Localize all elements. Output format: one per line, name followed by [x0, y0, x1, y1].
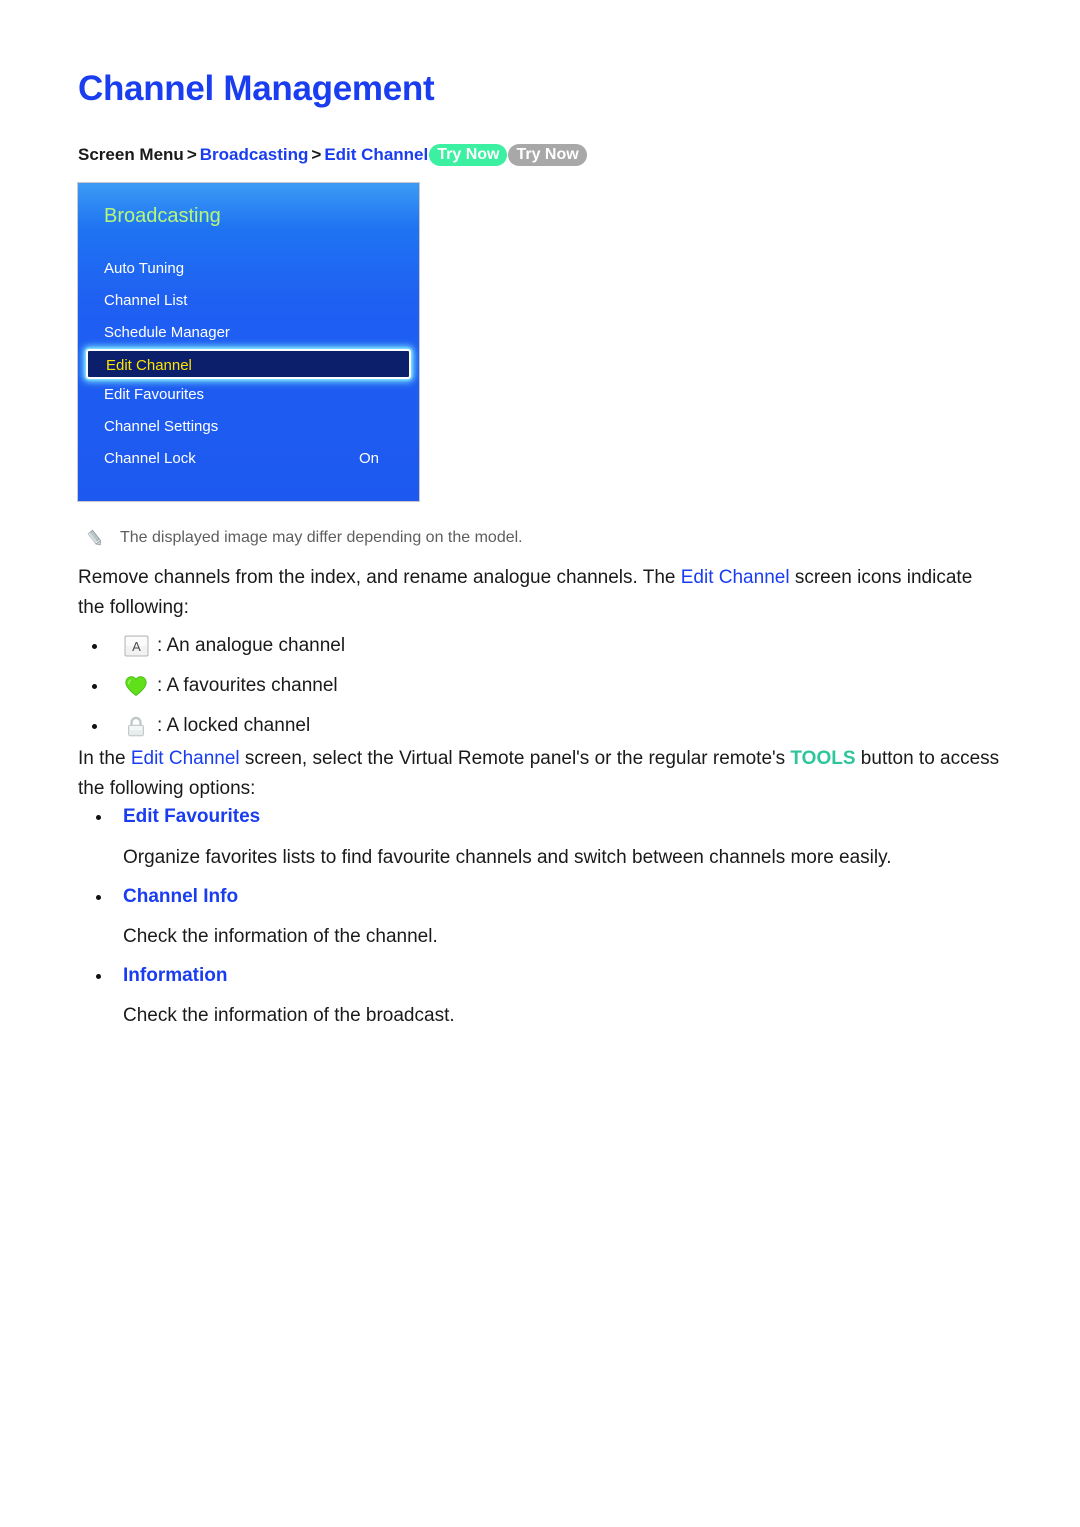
try-now-badge-inactive[interactable]: Try Now	[508, 144, 587, 166]
breadcrumb-root: Screen Menu	[78, 145, 184, 164]
icon-legend-caption: : A favourites channel	[157, 675, 338, 696]
tv-menu-item-schedule-manager[interactable]: Schedule Manager	[78, 317, 419, 349]
tv-menu-item-auto-tuning[interactable]: Auto Tuning	[78, 253, 419, 285]
tv-menu-item-label: Edit Favourites	[104, 386, 205, 403]
option-item-channel-info[interactable]: Channel Info	[96, 886, 238, 908]
bullet-dot	[92, 723, 97, 729]
tools-keyword: TOOLS	[790, 748, 856, 769]
tv-menu-item-label: Channel List	[104, 292, 188, 309]
favourites-heart-icon	[123, 674, 149, 698]
try-now-badge-active[interactable]: Try Now	[429, 144, 508, 166]
option-title: Channel Info	[123, 886, 239, 907]
list-item: : A favourites channel	[92, 666, 345, 706]
note-line: The displayed image may differ depending…	[84, 527, 523, 549]
bullet-dot	[96, 973, 101, 979]
tv-menu-list: Auto Tuning Channel List Schedule Manage…	[78, 253, 419, 475]
tv-menu-item-edit-favourites[interactable]: Edit Favourites	[78, 379, 419, 411]
option-description: Check the information of the channel.	[123, 926, 438, 947]
intro-part1: Remove channels from the index, and rena…	[78, 567, 681, 588]
tv-menu-item-label: Edit Channel	[106, 357, 192, 374]
tv-panel-title: Broadcasting	[104, 205, 221, 227]
page-title: Channel Management	[78, 69, 435, 108]
tv-menu-item-label: Channel Settings	[104, 418, 219, 435]
tv-menu-item-edit-channel[interactable]: Edit Channel	[86, 349, 411, 379]
tools-link-edit-channel[interactable]: Edit Channel	[131, 748, 240, 769]
locked-channel-icon	[123, 714, 149, 738]
icon-legend-caption: : A locked channel	[157, 715, 311, 736]
breadcrumb-level2[interactable]: Edit Channel	[324, 145, 428, 164]
bullet-dot	[96, 894, 101, 900]
option-title: Information	[123, 965, 228, 986]
tools-part2: screen, select the Virtual Remote panel'…	[239, 748, 791, 769]
bullet-dot	[96, 814, 101, 820]
tv-menu-item-channel-list[interactable]: Channel List	[78, 285, 419, 317]
svg-text:A: A	[132, 639, 141, 654]
breadcrumb-separator-2: >	[311, 145, 322, 164]
list-item: : A locked channel	[92, 706, 345, 746]
icon-legend-list: A : An analogue channel : A favourites c…	[92, 626, 345, 746]
breadcrumb-separator-1: >	[186, 145, 197, 164]
note-text: The displayed image may differ depending…	[120, 529, 523, 546]
bullet-dot	[92, 683, 97, 689]
option-description: Check the information of the broadcast.	[123, 1005, 455, 1026]
list-item: A : An analogue channel	[92, 626, 345, 666]
option-title: Edit Favourites	[123, 806, 261, 827]
tools-paragraph: In the Edit Channel screen, select the V…	[78, 744, 1000, 804]
intro-paragraph: Remove channels from the index, and rena…	[78, 563, 1000, 623]
tv-menu-item-label: Auto Tuning	[104, 260, 185, 277]
icon-legend-caption: : An analogue channel	[157, 635, 346, 656]
option-item-edit-favourites[interactable]: Edit Favourites	[96, 806, 260, 828]
channel-lock-value: On	[358, 450, 379, 467]
tv-menu-item-channel-lock[interactable]: Channel Lock On	[78, 443, 419, 475]
document-page: Channel Management Screen Menu > Broadcast…	[0, 0, 1080, 1527]
intro-link-edit-channel[interactable]: Edit Channel	[681, 567, 790, 588]
breadcrumb: Screen Menu > Broadcasting > Edit Channel Try…	[78, 144, 587, 166]
tv-menu-item-label: Schedule Manager	[104, 324, 230, 341]
tv-menu-item-label: Channel Lock	[104, 450, 196, 467]
option-description: Organize favorites lists to find favouri…	[123, 847, 892, 868]
pencil-icon	[84, 527, 106, 549]
tv-menu-item-channel-settings[interactable]: Channel Settings	[78, 411, 419, 443]
breadcrumb-level1[interactable]: Broadcasting	[200, 145, 309, 164]
bullet-dot	[92, 643, 97, 649]
tv-broadcasting-menu-panel: Broadcasting Auto Tuning Channel List Sc…	[77, 182, 420, 502]
analogue-channel-icon: A	[123, 634, 149, 658]
option-item-information[interactable]: Information	[96, 965, 228, 987]
tools-part1: In the	[78, 748, 131, 769]
